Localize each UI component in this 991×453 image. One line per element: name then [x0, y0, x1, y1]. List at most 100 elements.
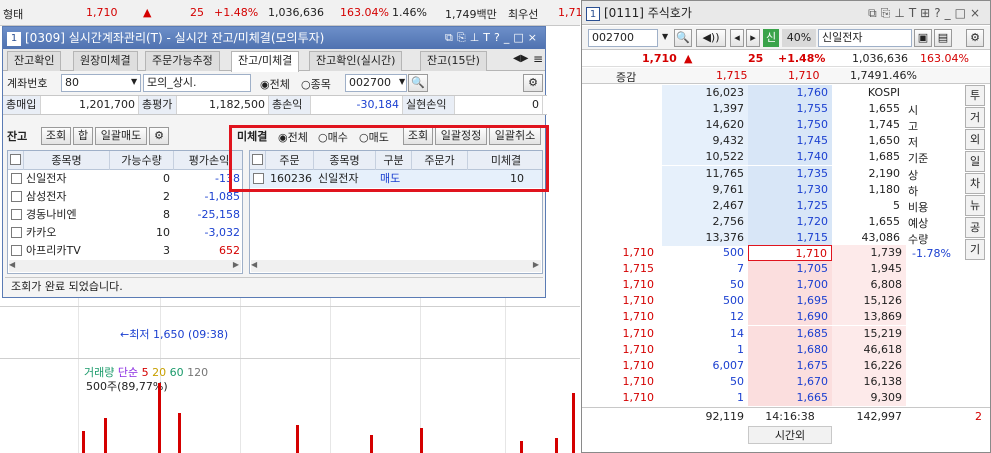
row-checkbox[interactable]: [11, 227, 22, 238]
minimize-icon[interactable]: _: [945, 6, 955, 20]
grid-icon[interactable]: ⊞: [920, 6, 934, 20]
row-checkbox[interactable]: [11, 191, 22, 202]
pin-icon[interactable]: ⊥: [470, 31, 484, 44]
chevron-down-icon[interactable]: ▼: [662, 32, 668, 41]
side-button[interactable]: 기: [965, 239, 985, 260]
info-label: 고: [908, 120, 919, 134]
bid-price[interactable]: 1,685: [748, 325, 832, 342]
tab-balance-realtime[interactable]: 잔고확인(실시간): [309, 51, 403, 71]
table-row[interactable]: 카카오 10 -3,032: [8, 224, 242, 242]
highlight-box: [229, 125, 549, 192]
tab-balance-check[interactable]: 잔고확인: [7, 51, 62, 71]
prev-icon[interactable]: ◂: [730, 29, 744, 47]
table-row[interactable]: 아프리카TV 3 652: [8, 242, 242, 260]
font-icon[interactable]: T: [909, 6, 920, 20]
bid-price[interactable]: 1,665: [748, 389, 832, 406]
select-all-checkbox[interactable]: [8, 151, 24, 170]
balance-query-button[interactable]: 조회: [41, 127, 71, 145]
tab-menu-icon[interactable]: ≡: [533, 52, 543, 66]
link-icon[interactable]: ⧉: [445, 31, 457, 44]
save-icon[interactable]: ▣: [914, 29, 932, 47]
ask-price[interactable]: 1,735: [748, 165, 832, 182]
ask-price[interactable]: 1,720: [748, 213, 832, 230]
ask-price[interactable]: 1,715: [748, 229, 832, 246]
balance-sum-button[interactable]: 합: [73, 127, 93, 145]
font-icon[interactable]: T: [483, 31, 494, 44]
bid-price[interactable]: 1,675: [748, 357, 832, 374]
volume-bar: [104, 418, 107, 453]
tab-balance-15[interactable]: 잔고(15단): [420, 51, 487, 71]
help-icon[interactable]: ?: [934, 6, 944, 20]
holdings-scrollbar[interactable]: ◀ ▶: [9, 260, 241, 272]
chevron-down-icon[interactable]: ▼: [399, 77, 405, 86]
side-button[interactable]: 공: [965, 217, 985, 238]
row-checkbox[interactable]: [11, 209, 22, 220]
bid-price[interactable]: 1,695: [748, 293, 832, 310]
copy-icon[interactable]: ⎘: [457, 31, 470, 44]
bid-price[interactable]: 1,705: [748, 261, 832, 278]
row-checkbox[interactable]: [11, 173, 22, 184]
bid-price[interactable]: 1,690: [748, 309, 832, 326]
gear-icon[interactable]: ⚙: [966, 29, 984, 47]
ask-price[interactable]: 1,725: [748, 197, 832, 214]
pin-icon[interactable]: ⊥: [894, 6, 908, 20]
code-select[interactable]: 002700: [345, 74, 407, 92]
tick-price: 1,710: [622, 310, 655, 324]
orderbook-titlebar[interactable]: 1 [0111] 주식호가 ⧉⎘⊥T⊞?_□×: [582, 1, 990, 25]
bid-total: 142,997: [856, 410, 903, 423]
row-checkbox[interactable]: [11, 245, 22, 256]
tab-ledger-unfilled[interactable]: 원장미체결: [73, 51, 138, 71]
side-button[interactable]: 뉴: [965, 195, 985, 216]
account-window-titlebar[interactable]: 1 [0309] 실시간계좌관리(T) - 실시간 잔고/미체결(모의투자) ⧉⎘…: [3, 27, 545, 49]
bid-price[interactable]: 1,710: [748, 245, 832, 261]
gear-icon[interactable]: ⚙: [149, 127, 169, 145]
side-button[interactable]: 외: [965, 129, 985, 150]
radio-all[interactable]: ◉전체: [260, 76, 290, 92]
side-button[interactable]: 일: [965, 151, 985, 172]
ask-price[interactable]: 1,755: [748, 101, 832, 118]
bid-price[interactable]: 1,700: [748, 277, 832, 294]
side-button[interactable]: 거: [965, 107, 985, 128]
radio-item[interactable]: ○종목: [301, 76, 331, 92]
link-icon[interactable]: ⧉: [868, 6, 881, 20]
after-hours-button[interactable]: 시간외: [748, 426, 832, 444]
side-button[interactable]: 차: [965, 173, 985, 194]
speaker-icon[interactable]: ◀)): [696, 29, 726, 47]
table-row[interactable]: 신일전자 0 -138: [8, 170, 242, 188]
unfilled-scrollbar[interactable]: ◀ ▶: [251, 260, 541, 272]
search-icon[interactable]: 🔍: [674, 29, 692, 47]
bid-price[interactable]: 1,670: [748, 373, 832, 390]
maximize-icon[interactable]: □: [955, 6, 970, 20]
bid-qty: 1,945: [832, 261, 906, 278]
tab-scroll-icon[interactable]: ◀▶: [513, 53, 528, 64]
table-icon[interactable]: ▤: [934, 29, 952, 47]
ask-price[interactable]: 1,760: [748, 85, 832, 101]
minimize-icon[interactable]: _: [504, 31, 514, 44]
ask-price[interactable]: 1,750: [748, 117, 832, 134]
close-icon[interactable]: ×: [970, 6, 984, 20]
sell-all-button[interactable]: 일괄매도: [95, 127, 147, 145]
ask-price[interactable]: 1,730: [748, 181, 832, 198]
copy-icon[interactable]: ⎘: [881, 6, 895, 20]
close-icon[interactable]: ×: [528, 31, 541, 44]
help-icon[interactable]: ?: [494, 31, 504, 44]
search-icon[interactable]: 🔍: [408, 74, 428, 92]
gear-icon[interactable]: ⚙: [523, 74, 543, 92]
tab-balance-unfilled[interactable]: 잔고/미체결: [231, 51, 300, 72]
table-row[interactable]: 삼성전자 2 -1,085: [8, 188, 242, 206]
stock-code-input[interactable]: 002700: [588, 29, 658, 47]
ask-price[interactable]: 1,745: [748, 133, 832, 150]
tick-price: 1,710: [622, 326, 655, 340]
bid-price[interactable]: 1,680: [748, 341, 832, 358]
ask-price[interactable]: 1,740: [748, 149, 832, 166]
maximize-icon[interactable]: □: [513, 31, 527, 44]
topbar-vol-rate: 163.04%: [340, 6, 389, 19]
account-number-select[interactable]: 80: [61, 74, 141, 92]
table-row[interactable]: 경동나비엔 8 -25,158: [8, 206, 242, 224]
orderbook-grid[interactable]: 16,023 1,760 1,397 1,755 14,620 1,750 9,432 1,7…: [582, 85, 982, 415]
tab-order-estimate[interactable]: 주문가능추정: [145, 51, 220, 71]
side-button[interactable]: 투: [965, 85, 985, 106]
chevron-down-icon[interactable]: ▼: [131, 77, 137, 86]
next-icon[interactable]: ▸: [746, 29, 760, 47]
credit-badge: 신: [763, 29, 779, 47]
